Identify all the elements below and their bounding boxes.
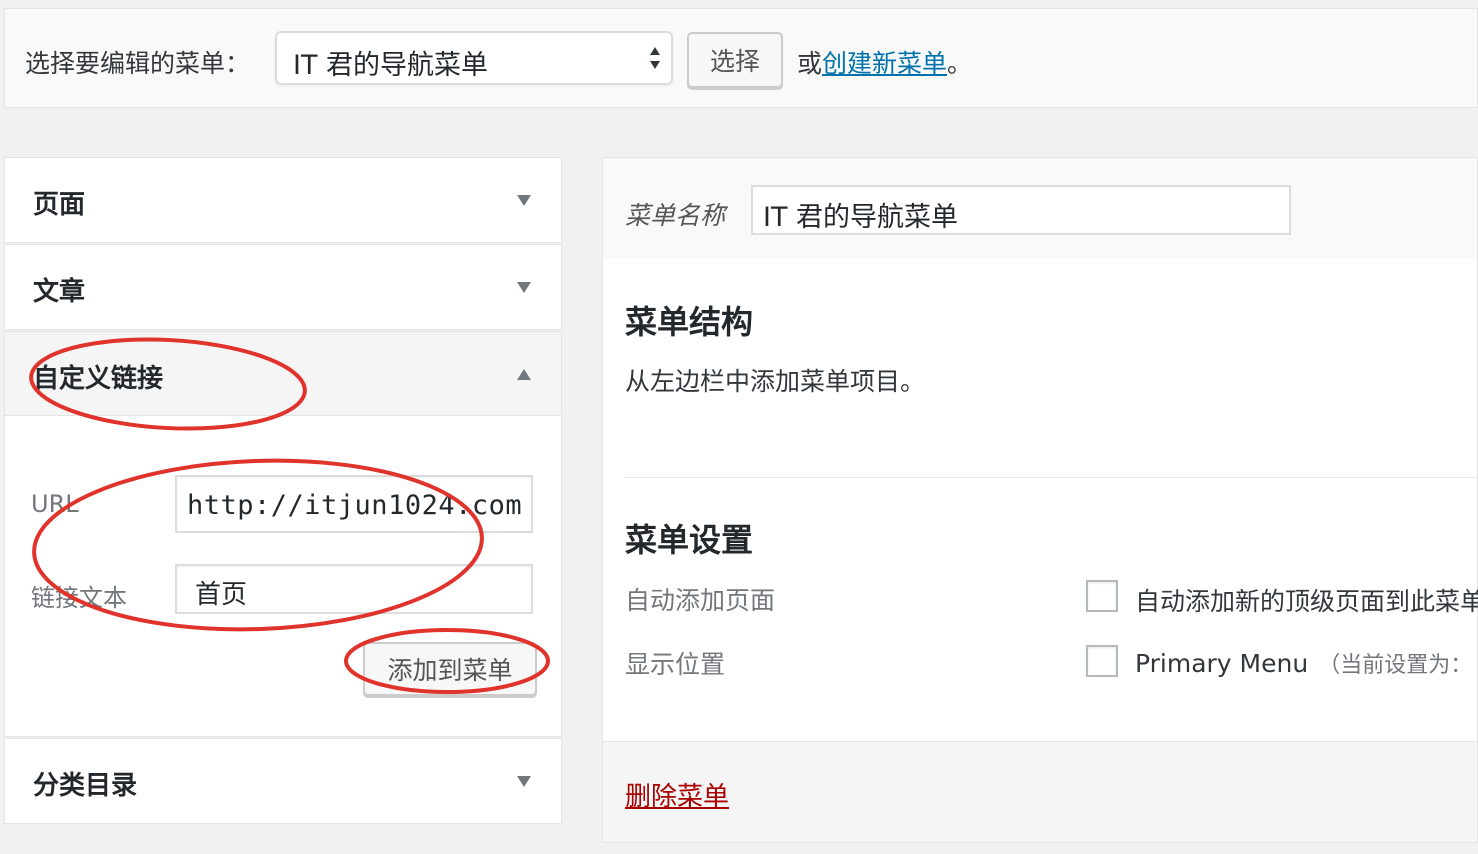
add-to-menu-button[interactable]: 添加到菜单 <box>363 642 537 696</box>
select-menu-button[interactable]: 选择 <box>687 32 783 88</box>
menu-name-header: 菜单名称 IT 君的导航菜单 <box>602 157 1478 260</box>
or-prefix: 或 <box>797 49 823 78</box>
url-input[interactable]: http://itjun1024.com <box>175 475 533 533</box>
auto-add-pages-checkbox[interactable] <box>1086 580 1118 612</box>
accordion-title-posts[interactable]: 文章 <box>5 245 561 329</box>
triangle-down-icon <box>517 282 531 293</box>
auto-add-pages-option: 自动添加新的顶级页面到此菜单 <box>1135 587 1478 616</box>
menu-footer: 删除菜单 <box>602 741 1478 843</box>
menu-select-bar: 选择要编辑的菜单： IT 君的导航菜单 选择 或创建新菜单。 <box>4 8 1478 108</box>
triangle-down-icon <box>517 195 531 206</box>
link-text-value: 首页 <box>195 580 248 610</box>
create-menu-text: 或创建新菜单。 <box>797 44 972 80</box>
accordion-section-custom-links: 自定义链接 URL http://itjun1024.com 链接文本 首页 添… <box>4 331 562 737</box>
accordion-section-categories: 分类目录 <box>4 738 562 824</box>
accordion-title-label: 页面 <box>33 190 86 220</box>
primary-menu-checkbox[interactable] <box>1086 645 1118 677</box>
accordion-title-label: 文章 <box>33 277 86 307</box>
primary-menu-label: Primary Menu <box>1135 649 1309 678</box>
accordion-section-pages: 页面 <box>4 157 562 243</box>
url-label: URL <box>31 490 79 518</box>
display-location-label: 显示位置 <box>625 650 726 679</box>
select-menu-label: 选择要编辑的菜单： <box>25 49 251 78</box>
menu-name-input[interactable]: IT 君的导航菜单 <box>751 185 1291 235</box>
select-arrows-icon <box>650 47 660 69</box>
menu-structure-title: 菜单结构 <box>625 303 754 341</box>
triangle-down-icon <box>517 776 531 787</box>
auto-add-pages-label: 自动添加页面 <box>625 586 776 615</box>
link-text-input[interactable]: 首页 <box>175 564 533 614</box>
accordion-title-pages[interactable]: 页面 <box>5 158 561 242</box>
menu-select-value: IT 君的导航菜单 <box>293 50 489 81</box>
custom-link-form: URL http://itjun1024.com 链接文本 首页 添加到菜单 <box>5 416 561 736</box>
menu-edit-body: 菜单结构 从左边栏中添加菜单项目。 菜单设置 自动添加页面 自动添加新的顶级页面… <box>602 259 1478 741</box>
triangle-up-icon <box>517 369 531 380</box>
accordion-title-custom-links[interactable]: 自定义链接 <box>5 332 561 416</box>
menu-structure-description: 从左边栏中添加菜单项目。 <box>625 367 926 396</box>
menu-settings-title: 菜单设置 <box>625 521 754 559</box>
menu-select-dropdown[interactable]: IT 君的导航菜单 <box>275 31 673 85</box>
url-input-value: http://itjun1024.com <box>187 490 523 521</box>
accordion-title-label: 自定义链接 <box>33 364 164 394</box>
link-text-label: 链接文本 <box>31 584 127 612</box>
accordion-title-label: 分类目录 <box>33 771 138 801</box>
menu-edit-panel: 菜单名称 IT 君的导航菜单 菜单结构 从左边栏中添加菜单项目。 菜单设置 自动… <box>602 157 1478 843</box>
accordion-title-categories[interactable]: 分类目录 <box>5 739 561 823</box>
menu-name-label: 菜单名称 <box>625 201 726 230</box>
or-suffix: 。 <box>947 49 973 78</box>
add-menu-items-sidebar: 页面 文章 自定义链接 URL http://itjun1024.com 链接文… <box>4 157 562 824</box>
create-new-menu-link[interactable]: 创建新菜单 <box>822 49 947 78</box>
menu-name-value: IT 君的导航菜单 <box>763 202 959 233</box>
section-divider <box>625 477 1478 478</box>
primary-menu-option: Primary Menu （当前设置为： <box>1135 647 1472 679</box>
accordion-section-posts: 文章 <box>4 244 562 330</box>
delete-menu-link[interactable]: 删除菜单 <box>625 776 729 813</box>
current-setting-note: （当前设置为： <box>1318 653 1473 678</box>
